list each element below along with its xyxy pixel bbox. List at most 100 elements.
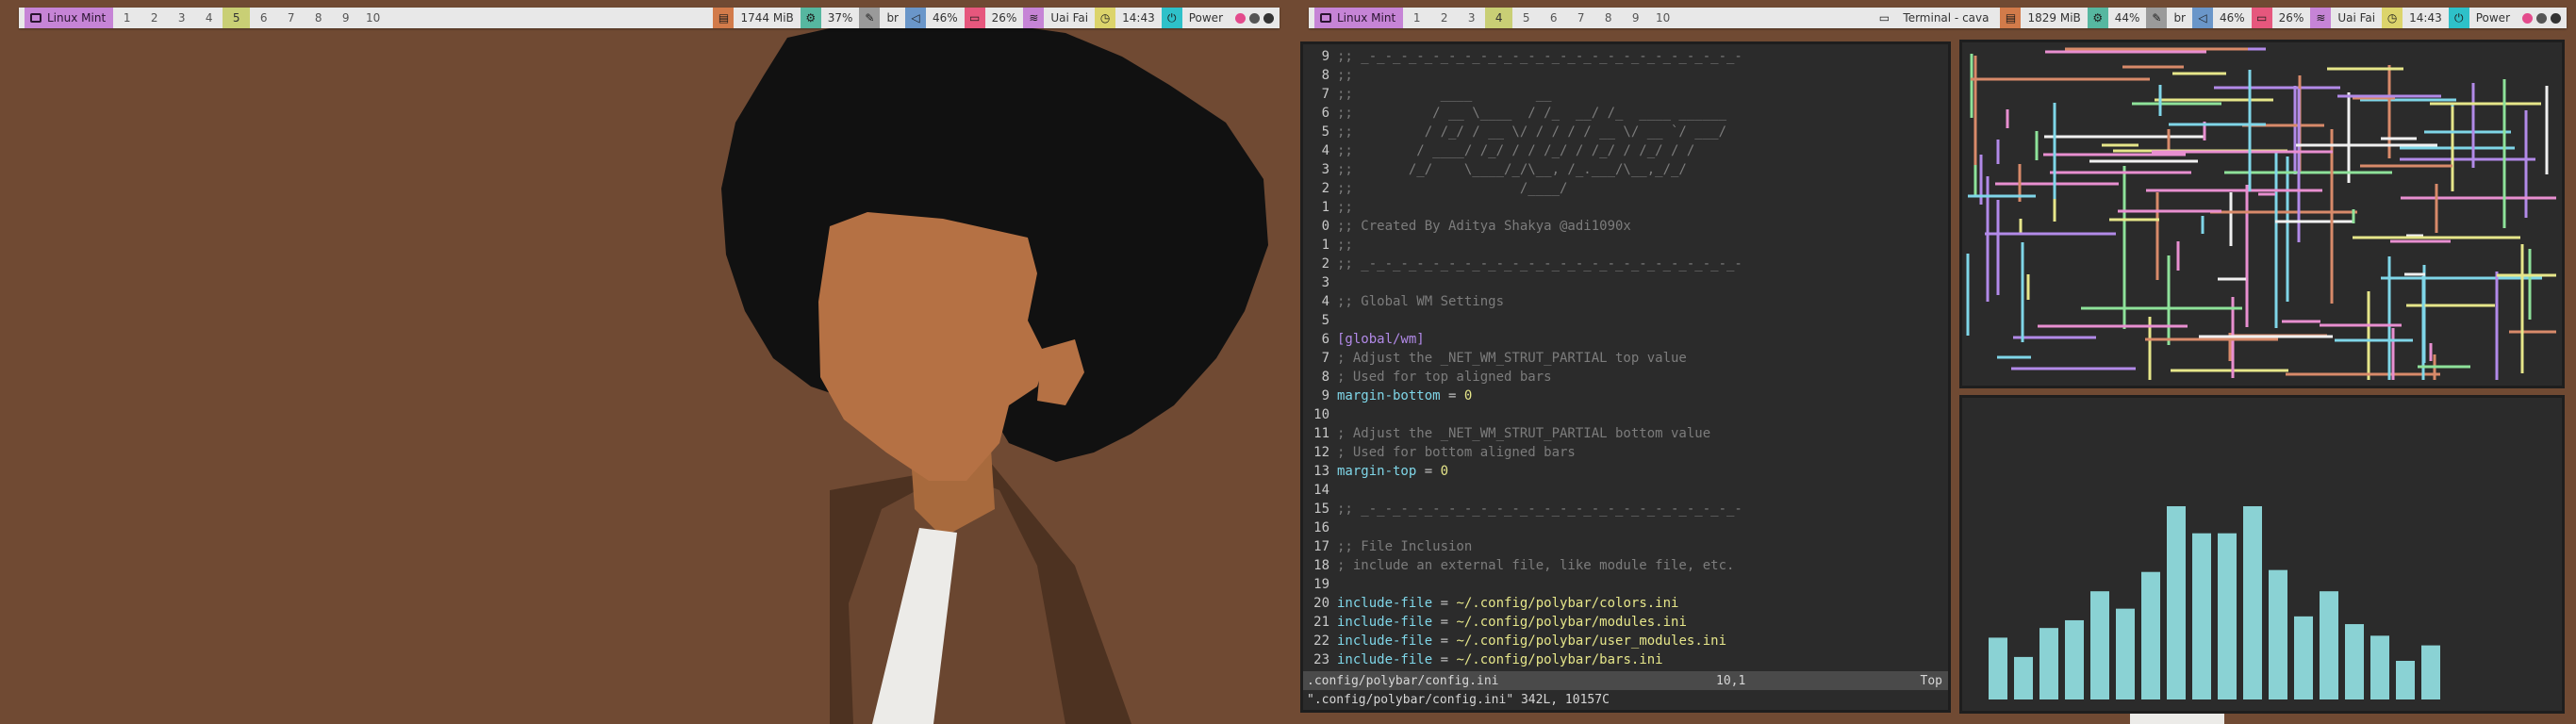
config-operator: = [1440,388,1464,403]
workspace-4[interactable]: 4 [195,8,223,28]
wifi-module[interactable]: ≋ Uai Fai [2310,8,2382,28]
memory-icon: ▤ [713,8,735,28]
editor-line: 23 include-file = ~/.config/polybar/bars.… [1303,650,1742,669]
line-number: 3 [1321,162,1329,177]
keyboard-module[interactable]: ✎ br [859,8,905,28]
clock-module[interactable]: ◷ 14:43 [1095,8,1162,28]
vim-command-line[interactable]: ".config/polybar/config.ini" 342L, 10157… [1307,691,1610,710]
config-operator: = [1432,596,1457,611]
workspace-3[interactable]: 3 [168,8,195,28]
line-number: 21 [1313,615,1329,630]
wifi-module[interactable]: ≋ Uai Fai [1023,8,1095,28]
wifi-name: Uai Fai [1050,11,1089,25]
workspace-1[interactable]: 1 [1403,8,1430,28]
menu-launcher-right[interactable]: Linux Mint [1314,8,1404,28]
config-value: 0 [1463,388,1473,403]
workspace-10[interactable]: 10 [359,8,387,28]
linux-mint-icon [1320,13,1331,23]
cava-bar [2039,628,2058,699]
workspace-3[interactable]: 3 [1458,8,1485,28]
vim-terminal-window[interactable]: 9 ;; _-_-_-_-_-_-_-_-_-_-_-_-_-_-_-_-_-_-… [1300,41,1951,713]
cava-bar [2370,635,2389,699]
workspace-5[interactable]: 5 [1512,8,1540,28]
line-text: ;; /_/ \____/_/\__, /_.___/\__,_/_/ [1337,162,1687,177]
cava-bar [2167,506,2186,699]
line-number: 5 [1321,313,1329,328]
volume-module[interactable]: ◁ 46% [2192,8,2252,28]
battery-module: ▭ 26% [964,8,1024,28]
workspace-1[interactable]: 1 [113,8,140,28]
workspace-2[interactable]: 2 [140,8,168,28]
line-number: 3 [1321,275,1329,290]
line-text: ;; / __ \____ / /_ __/ /_ ____ ______ [1337,106,1727,121]
clock-module[interactable]: ◷ 14:43 [2382,8,2449,28]
workspace-2[interactable]: 2 [1430,8,1458,28]
editor-line: 2 ;; _-_-_-_-_-_-_-_-_-_-_-_-_-_-_-_-_-_-… [1303,255,1742,273]
workspace-6[interactable]: 6 [250,8,277,28]
config-value: ~/.config/polybar/bars.ini [1456,652,1663,667]
clock-icon: ◷ [1095,8,1116,28]
workspace-9[interactable]: 9 [332,8,359,28]
tray-app-icon[interactable] [1235,12,1246,24]
line-text: ;; [1337,238,1353,253]
keyboard-module[interactable]: ✎ br [2146,8,2192,28]
cava-bar [2320,591,2338,699]
menu-launcher[interactable]: Linux Mint [25,8,114,28]
config-value: 0 [1440,464,1449,479]
pipes-terminal-window[interactable] [1959,40,2565,388]
line-text: ;; / ____/ /_/ / / /_/ / /_/ / /_/ / / [1337,143,1695,158]
line-text: ;; _-_-_-_-_-_-_-_-_-_-_-_-_-_-_-_-_-_-_… [1337,49,1742,64]
battery-icon: ▭ [964,8,985,28]
tray-app-icon-2[interactable] [2536,12,2547,24]
volume-value: 46% [2220,11,2245,25]
line-number: 18 [1313,558,1329,573]
workspace-6[interactable]: 6 [1540,8,1567,28]
workspace-8[interactable]: 8 [305,8,332,28]
desktop-wallpaper [0,0,1300,724]
wifi-icon: ≋ [1023,8,1045,28]
workspace-4[interactable]: 4 [1485,8,1513,28]
workspace-7[interactable]: 7 [277,8,305,28]
line-number: 11 [1313,426,1329,441]
config-operator: = [1432,652,1457,667]
tray-app-icon-2[interactable] [1249,12,1260,24]
cava-bar [2396,661,2415,699]
cava-terminal-window[interactable] [1959,395,2565,714]
line-number: 8 [1321,68,1329,83]
line-text: ; Adjust the _NET_WM_STRUT_PARTIAL top v… [1337,351,1687,366]
config-value: ~/.config/polybar/modules.ini [1456,615,1687,630]
editor-buffer[interactable]: 9 ;; _-_-_-_-_-_-_-_-_-_-_-_-_-_-_-_-_-_-… [1303,47,1742,669]
line-number: 17 [1313,539,1329,554]
cava-bar [2345,624,2364,699]
workspace-9[interactable]: 9 [1622,8,1649,28]
wifi-icon: ≋ [2310,8,2332,28]
vim-statusline: .config/polybar/config.ini 10,1 Top [1303,671,1948,690]
top-bar-right: Linux Mint 1 2 3 4 5 6 7 8 9 10 ▭ Terminal - cava… [1309,8,2567,28]
line-number: 9 [1321,388,1329,403]
workspace-7[interactable]: 7 [1567,8,1594,28]
line-text: ; include an external file, like module … [1337,558,1735,573]
wifi-name: Uai Fai [2337,11,2376,25]
tray-app-icon[interactable] [2522,12,2533,24]
line-number: 4 [1321,294,1329,309]
power-module[interactable]: ⏻ Power [1161,8,1230,28]
volume-module[interactable]: ◁ 46% [905,8,965,28]
discord-icon[interactable] [2551,12,2561,24]
editor-line: 22 include-file = ~/.config/polybar/user_… [1303,632,1742,650]
workspace-10[interactable]: 10 [1649,8,1676,28]
monitor-icon: ▭ [1878,11,1891,25]
workspace-5[interactable]: 5 [223,8,251,28]
discord-icon[interactable] [1263,12,1274,24]
tray [2517,12,2567,24]
config-key: include-file [1337,634,1433,649]
editor-line: 19 [1303,575,1742,594]
line-number: 2 [1321,181,1329,196]
power-module[interactable]: ⏻ Power [2448,8,2517,28]
editor-line: 16 [1303,518,1742,537]
editor-line: 13 margin-top = 0 [1303,462,1742,481]
clock-icon: ◷ [2382,8,2403,28]
workspace-8[interactable]: 8 [1594,8,1622,28]
editor-line: 1;; [1303,198,1742,217]
line-text: ;; [1337,68,1353,83]
window-title-module: ▭ Terminal - cava [1876,8,2000,28]
